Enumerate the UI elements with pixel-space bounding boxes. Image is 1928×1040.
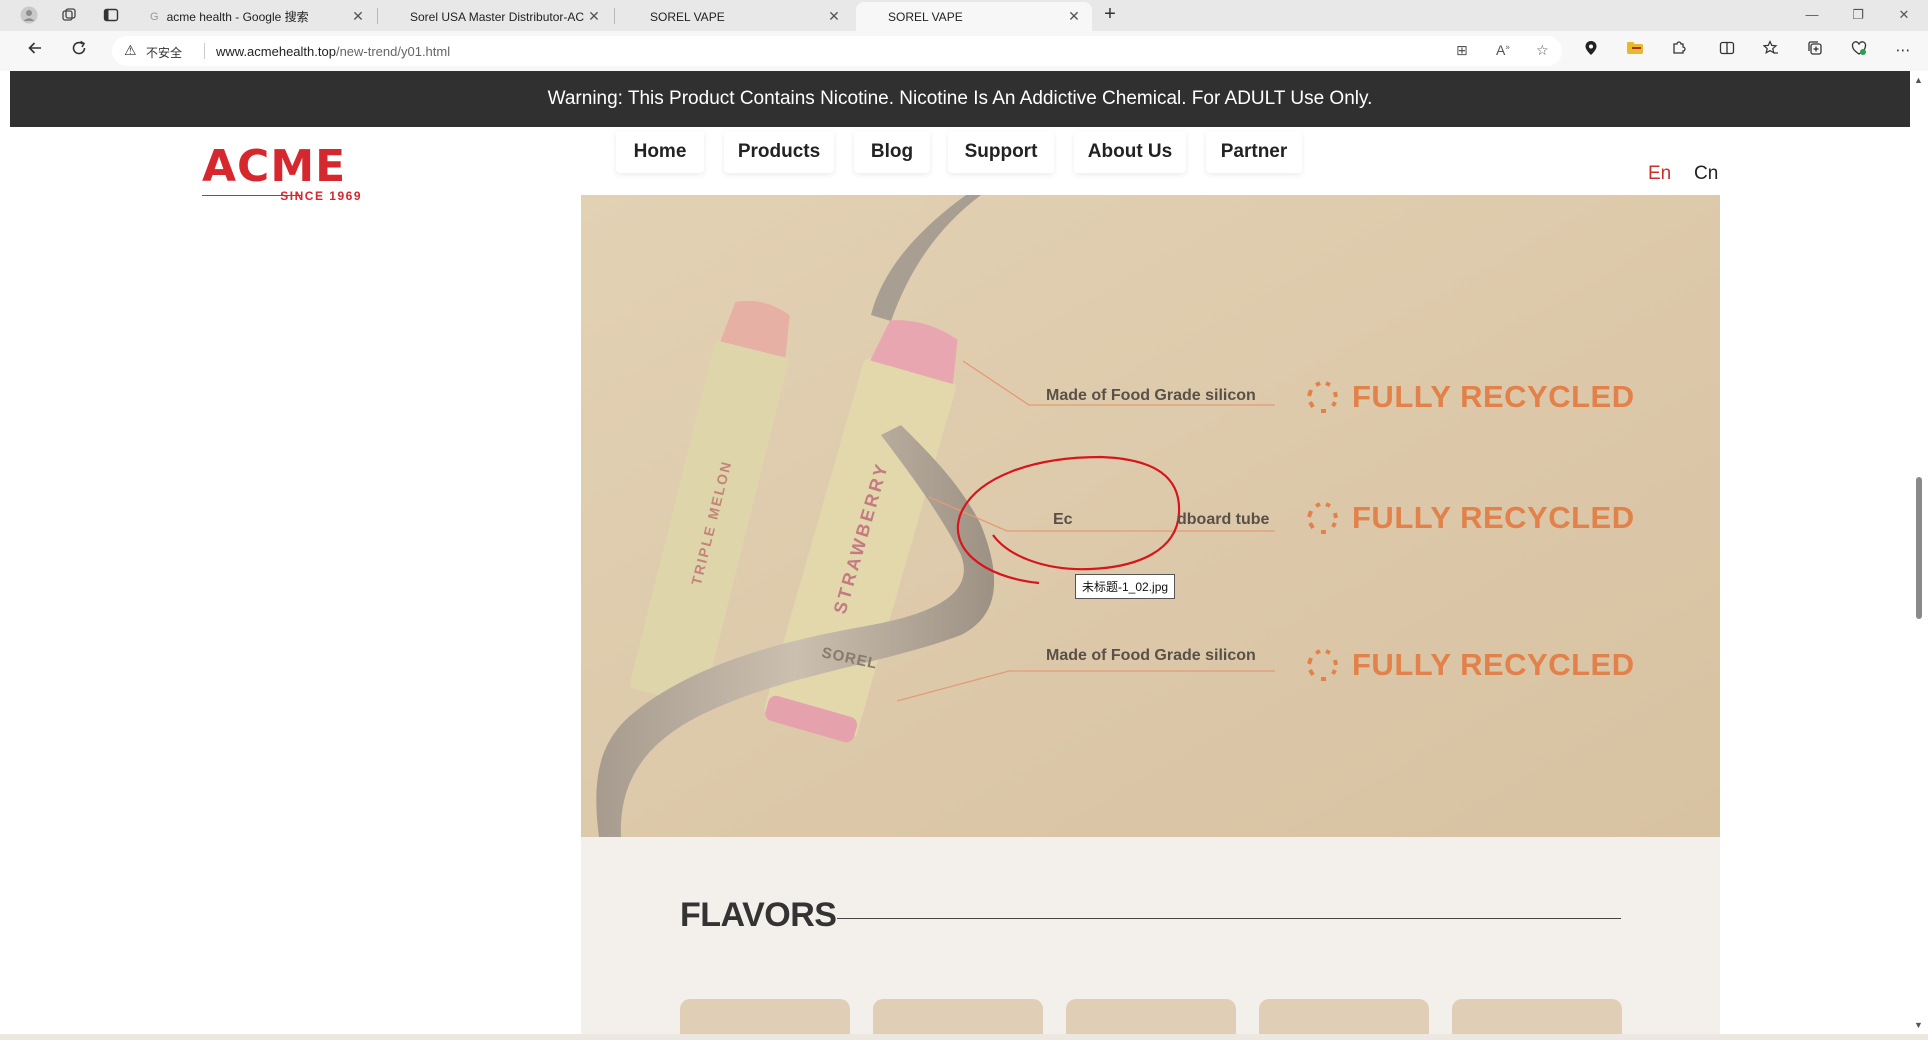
- warning-icon: ⚠: [124, 42, 137, 58]
- nav-blog[interactable]: Blog: [854, 131, 930, 173]
- workspaces-icon[interactable]: [56, 4, 82, 26]
- url-path: /new-trend/y01.html: [335, 44, 451, 59]
- nav-products[interactable]: Products: [724, 131, 834, 173]
- tab-title: SOREL VAPE: [650, 9, 725, 24]
- recycle-icon: [1307, 502, 1338, 534]
- minimize-button[interactable]: —: [1792, 4, 1832, 26]
- new-tab-button[interactable]: +: [1098, 3, 1122, 27]
- fully-recycled-badge-2: FULLY RECYCLED: [1306, 500, 1635, 536]
- feature-label-silicon-top: Made of Food Grade silicon: [1046, 387, 1256, 404]
- flavor-card[interactable]: [1259, 999, 1429, 1034]
- flavor-card[interactable]: [873, 999, 1043, 1034]
- tab-sorel-vape-active[interactable]: SOREL VAPE ✕: [856, 2, 1092, 31]
- browser-toolbar: ⚠ 不安全 www.acmehealth.top/new-trend/y01.h…: [0, 31, 1928, 71]
- more-icon[interactable]: ⋯: [1892, 40, 1914, 62]
- close-icon[interactable]: ✕: [826, 8, 842, 25]
- app-available-icon[interactable]: ⊞: [1456, 42, 1468, 59]
- scroll-up-arrow-icon[interactable]: ▲: [1914, 75, 1923, 85]
- flavor-card[interactable]: [1452, 999, 1622, 1034]
- read-aloud-icon[interactable]: A»: [1496, 42, 1510, 58]
- flavors-divider: [837, 918, 1621, 919]
- url-host: www.acmehealth.top: [216, 44, 336, 59]
- star-icon[interactable]: ☆: [1536, 42, 1549, 59]
- address-divider: [204, 43, 205, 59]
- close-icon[interactable]: ✕: [586, 8, 602, 25]
- nav-partner[interactable]: Partner: [1206, 131, 1302, 173]
- close-icon[interactable]: ✕: [1066, 8, 1082, 25]
- close-icon[interactable]: ✕: [350, 8, 366, 25]
- tab-divider: [614, 8, 615, 24]
- split-screen-icon[interactable]: [1716, 40, 1738, 62]
- image-filename-tooltip: 未标题-1_02.jpg: [1075, 574, 1176, 599]
- page-scrollbar[interactable]: ▲ ▼: [1910, 71, 1928, 1034]
- tab-title: SOREL VAPE: [888, 9, 963, 24]
- close-window-button[interactable]: ✕: [1884, 4, 1924, 26]
- favorites-icon[interactable]: [1760, 40, 1782, 62]
- flavor-card[interactable]: [1066, 999, 1236, 1034]
- nav-home[interactable]: Home: [616, 131, 704, 173]
- language-cn[interactable]: Cn: [1694, 163, 1718, 185]
- profile-icon[interactable]: [16, 4, 42, 26]
- web-page: Warning: This Product Contains Nicotine.…: [10, 71, 1910, 1034]
- collections-icon[interactable]: [1804, 40, 1826, 62]
- puzzle-icon[interactable]: [1668, 40, 1690, 62]
- tab-divider: [377, 8, 378, 24]
- acme-logo[interactable]: ACME SINCE 1969: [202, 141, 362, 203]
- flavor-card[interactable]: [680, 999, 850, 1034]
- recycle-icon: [1307, 649, 1338, 681]
- tab-sorel-vape[interactable]: SOREL VAPE ✕: [640, 2, 852, 31]
- tab-title: acme health - Google 搜索: [166, 10, 309, 24]
- address-bar[interactable]: ⚠ 不安全 www.acmehealth.top/new-trend/y01.h…: [112, 36, 1562, 66]
- browser-tab-strip: G acme health - Google 搜索 ✕ Sorel USA Ma…: [0, 0, 1928, 31]
- browser-essentials-icon[interactable]: [1848, 40, 1870, 62]
- window-bottom-edge: [0, 1034, 1928, 1040]
- product-hero-image: TRIPLE MELON STRAWBERRY SOREL Made of Fo…: [581, 195, 1720, 837]
- location-icon[interactable]: [1580, 40, 1602, 62]
- refresh-icon[interactable]: [66, 39, 92, 63]
- security-label[interactable]: 不安全: [146, 44, 182, 61]
- tab-sorel-distributor[interactable]: Sorel USA Master Distributor-AC ✕: [400, 2, 612, 31]
- nav-about-us[interactable]: About Us: [1074, 131, 1186, 173]
- back-icon[interactable]: [22, 39, 48, 63]
- tab-title: Sorel USA Master Distributor-AC: [410, 9, 585, 24]
- language-en[interactable]: En: [1648, 163, 1671, 185]
- fully-recycled-badge-3: FULLY RECYCLED: [1306, 647, 1635, 683]
- tab-google-search[interactable]: G acme health - Google 搜索 ✕: [140, 2, 376, 31]
- scrollbar-thumb[interactable]: [1916, 477, 1922, 619]
- url-text[interactable]: www.acmehealth.top/new-trend/y01.html: [216, 44, 450, 59]
- scroll-down-arrow-icon[interactable]: ▼: [1914, 1020, 1923, 1030]
- feature-label-silicon-bottom: Made of Food Grade silicon: [1046, 647, 1256, 664]
- fully-recycled-text: FULLY RECYCLED: [1352, 379, 1635, 414]
- extension-folder-icon[interactable]: [1624, 40, 1646, 62]
- flavors-heading: FLAVORS: [680, 896, 837, 934]
- fully-recycled-text: FULLY RECYCLED: [1352, 500, 1635, 535]
- nav-support[interactable]: Support: [948, 131, 1054, 173]
- recycle-icon: [1307, 381, 1338, 413]
- logo-wordmark: ACME: [202, 141, 347, 192]
- flavors-section: FLAVORS: [581, 837, 1720, 1034]
- tab-actions-icon[interactable]: [98, 4, 124, 26]
- fully-recycled-badge-1: FULLY RECYCLED: [1306, 379, 1635, 415]
- restore-button[interactable]: ❐: [1838, 4, 1878, 26]
- feature-label-cardboard-left: Ec: [1053, 511, 1073, 528]
- logo-since: SINCE 1969: [280, 189, 362, 203]
- fully-recycled-text: FULLY RECYCLED: [1352, 647, 1635, 682]
- feature-label-cardboard-right: dboard tube: [1177, 511, 1270, 528]
- google-icon: G: [150, 10, 159, 23]
- nicotine-warning-banner: Warning: This Product Contains Nicotine.…: [10, 71, 1910, 127]
